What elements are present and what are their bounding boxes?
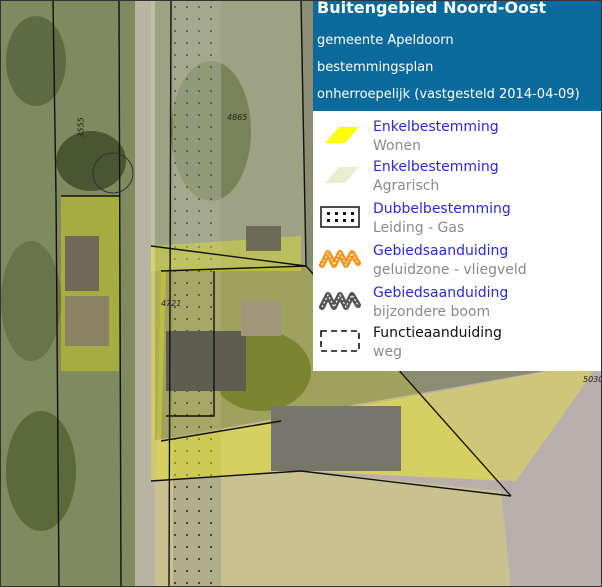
building-roof [241,301,281,336]
building-roof [65,236,99,291]
orange-zigzag-icon [319,250,361,268]
legend-category: Gebiedsaanduiding [373,285,509,301]
tree-cluster [56,131,126,191]
legend-name: weg [373,344,402,360]
legend-name: Wonen [373,138,421,154]
legend-name: bijzondere boom [373,304,491,320]
pale-green-fill-icon [325,167,359,183]
legend-item-wonen: Enkelbestemming Wonen [313,115,601,155]
legend-category: Functieaanduiding [373,325,502,341]
plan-type-label: bestemmingsplan [317,60,434,75]
legend-title: Buitengebied Noord-Oost [317,0,547,17]
agrarisch-zone [151,1,306,271]
building-roof [65,296,109,346]
legend-header: Buitengebied Noord-Oost gemeente Apeldoo… [313,1,601,111]
building-roof [246,226,281,251]
legend-item-bijzondere-boom: Gebiedsaanduiding bijzondere boom [313,281,601,321]
map-frame: 3555 4865 4721 5030 5025 Buitengebied No… [0,0,602,587]
dashed-box-icon [320,330,360,352]
legend-item-leiding-gas: Dubbelbestemming Leiding - Gas [313,197,601,237]
legend-name: geluidzone - vliegveld [373,262,527,278]
building-roof [166,331,246,391]
legend-category: Gebiedsaanduiding [373,243,509,259]
legend-category: Enkelbestemming [373,119,499,135]
municipality-label: gemeente Apeldoorn [317,33,454,48]
legend-item-geluidzone: Gebiedsaanduiding geluidzone - vliegveld [313,239,601,279]
yellow-fill-icon [325,127,359,143]
parcel-label: 4721 [161,299,182,308]
parcel-label: 3555 [76,117,86,138]
legend-category: Dubbelbestemming [373,201,511,217]
legend-item-weg: Functieaanduiding weg [313,321,601,361]
plan-status-label: onherroepelijk (vastgesteld 2014-04-09) [317,87,580,102]
tree-cluster [6,16,66,106]
legend-item-agrarisch: Enkelbestemming Agrarisch [313,155,601,195]
parcel-label: 5030 [583,375,602,384]
tree-cluster [6,411,76,531]
dark-zigzag-icon [319,292,361,310]
building-roof [271,406,401,471]
legend-name: Leiding - Gas [373,220,465,236]
dotted-box-icon [320,206,360,228]
legend-panel: Enkelbestemming Wonen Enkelbestemming Ag… [313,111,601,371]
tree-cluster [1,241,61,361]
legend-name: Agrarisch [373,178,440,194]
legend-category: Enkelbestemming [373,159,499,175]
parcel-label: 4865 [227,113,248,122]
